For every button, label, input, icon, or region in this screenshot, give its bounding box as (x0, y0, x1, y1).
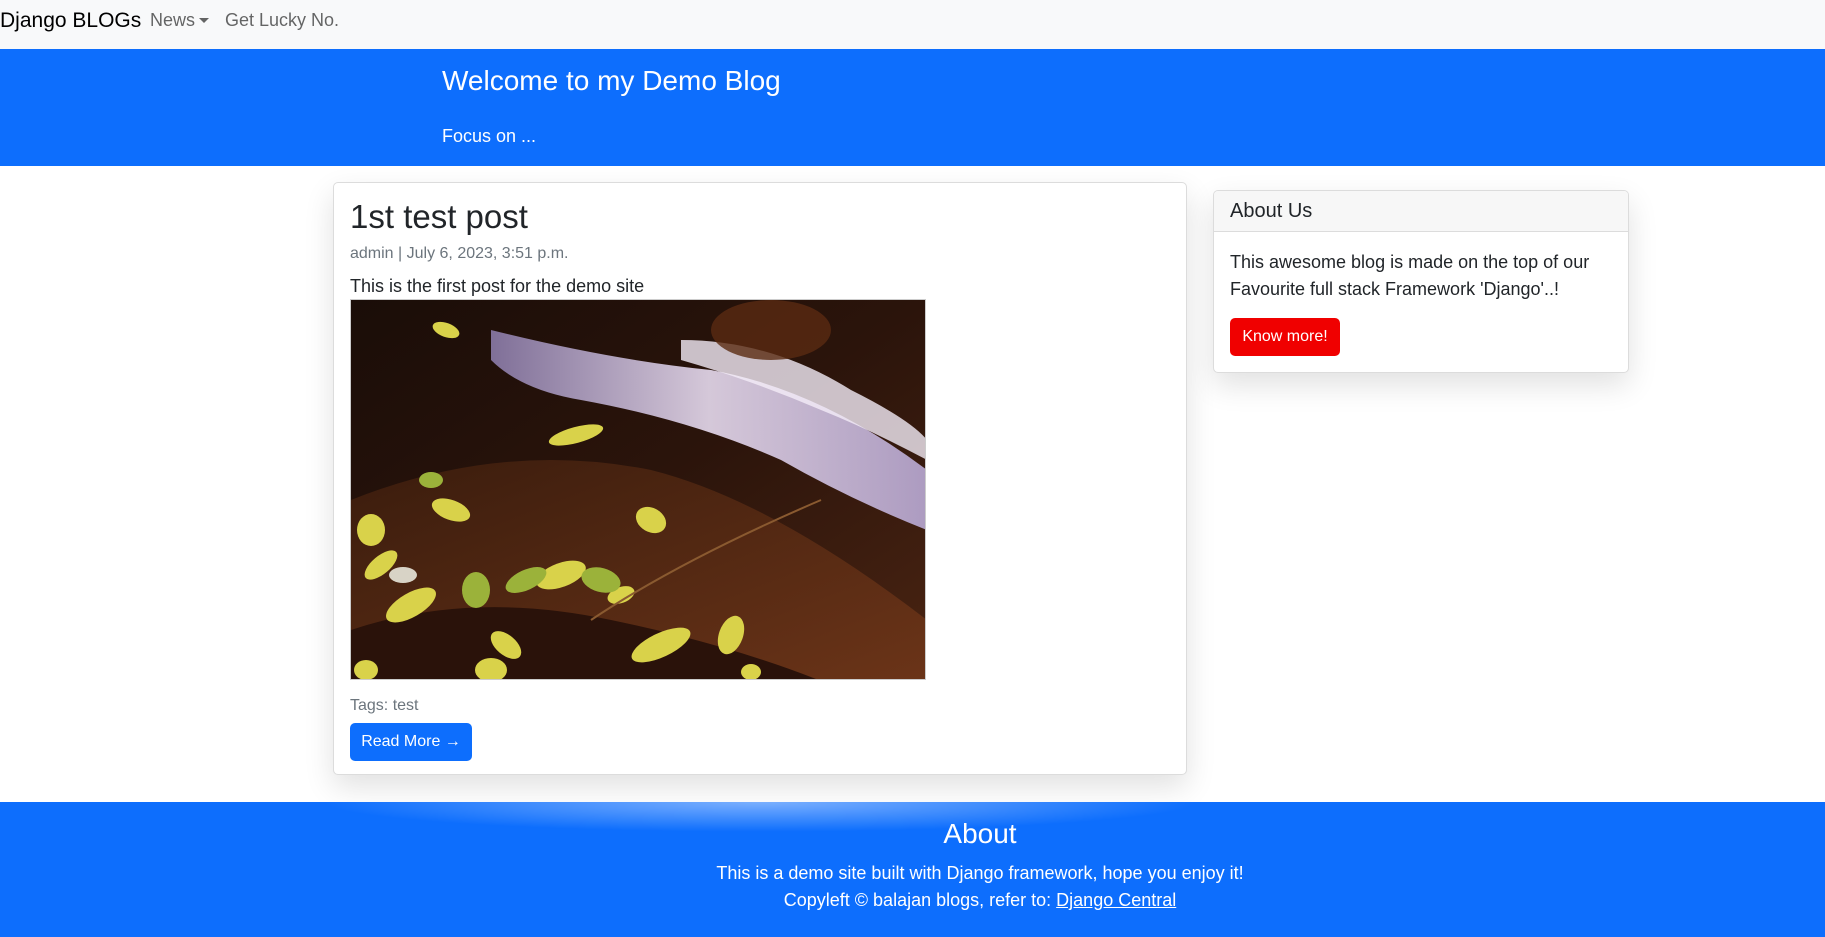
post-title: 1st test post (350, 198, 528, 235)
nav-news-label: News (150, 10, 196, 30)
nav-get-lucky-link[interactable]: Get Lucky No. (225, 10, 339, 31)
read-more-button[interactable]: Read More → (350, 723, 472, 761)
masthead-subtitle: Focus on ... (442, 126, 537, 146)
know-more-button[interactable]: Know more! (1230, 318, 1340, 356)
footer-copyleft-text: Copyleft © balajan blogs, refer to: (783, 890, 1057, 910)
footer-title: About (943, 818, 1017, 849)
masthead-title: Welcome to my Demo Blog (442, 65, 781, 96)
about-us-text: This awesome blog is made on the top of … (1230, 252, 1590, 299)
footer-copyleft: Copyleft © balajan blogs, refer to: Djan… (0, 890, 1825, 911)
footer: About This is a demo site built with Dja… (0, 802, 1825, 937)
nav-news-dropdown[interactable]: News (150, 10, 210, 31)
post-image (350, 299, 926, 680)
post-excerpt: This is the first post for the demo site (350, 276, 645, 296)
about-us-card-header: About Us (1214, 191, 1628, 232)
post-meta: admin | July 6, 2023, 3:51 p.m. (350, 245, 569, 262)
navbar: Django BLOGs News Get Lucky No. (0, 0, 1825, 49)
post-card: 1st test post admin | July 6, 2023, 3:51… (333, 182, 1187, 775)
masthead: Welcome to my Demo Blog Focus on ... (0, 49, 1825, 166)
footer-description: This is a demo site built with Django fr… (716, 863, 1244, 883)
post-tags: Tags: test (350, 697, 419, 714)
caret-down-icon (199, 18, 210, 23)
brand-link[interactable]: Django BLOGs (0, 9, 141, 33)
django-central-link[interactable]: Django Central (1056, 890, 1176, 910)
about-us-card: About Us This awesome blog is made on th… (1213, 190, 1629, 373)
about-us-heading: About Us (1230, 200, 1313, 222)
